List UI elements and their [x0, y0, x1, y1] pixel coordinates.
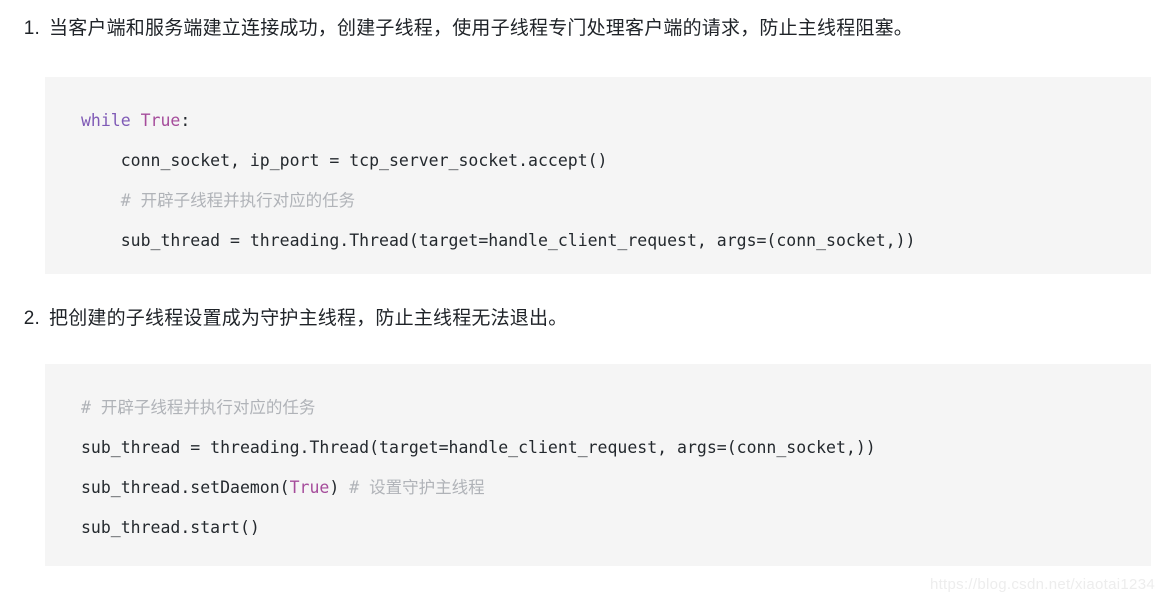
code-token-comment: # 开辟子线程并执行对应的任务	[81, 398, 316, 417]
document-page: 1. 当客户端和服务端建立连接成功，创建子线程，使用子线程专门处理客户端的请求，…	[0, 0, 1169, 597]
code-token-plain: sub_thread.start()	[81, 518, 260, 537]
code-line: sub_thread.setDaemon(True) # 设置守护主线程	[45, 468, 1151, 508]
code-line: # 开辟子线程并执行对应的任务	[45, 388, 1151, 428]
code-line: sub_thread = threading.Thread(target=han…	[45, 428, 1151, 468]
code-line: sub_thread = threading.Thread(target=han…	[45, 221, 1151, 261]
code-token-plain: sub_thread = threading.Thread(target=han…	[81, 438, 876, 457]
code-token-plain: conn_socket, ip_port = tcp_server_socket…	[81, 151, 608, 170]
code-block: # 开辟子线程并执行对应的任务 sub_thread = threading.Th…	[45, 364, 1151, 566]
code-token-plain: )	[329, 478, 350, 497]
list-item-marker: 2.	[23, 308, 40, 329]
list-item-marker: 1.	[23, 18, 40, 39]
code-block: while True: conn_socket, ip_port = tcp_s…	[45, 77, 1151, 274]
code-token-comment: # 设置守护主线程	[349, 478, 485, 497]
code-token-plain: :	[180, 111, 191, 130]
code-token-constant: True	[289, 478, 330, 497]
code-token-plain: sub_thread.setDaemon(	[81, 478, 290, 497]
code-token-constant: True	[140, 111, 181, 130]
code-token-keyword: while	[81, 111, 131, 130]
code-line: # 开辟子线程并执行对应的任务	[45, 181, 1151, 221]
list-item-text: 把创建的子线程设置成为守护主线程，防止主线程无法退出。	[49, 308, 568, 329]
list-item-text: 当客户端和服务端建立连接成功，创建子线程，使用子线程专门处理客户端的请求，防止主…	[49, 18, 914, 39]
code-line: conn_socket, ip_port = tcp_server_socket…	[45, 141, 1151, 181]
code-line: sub_thread.start()	[45, 508, 1151, 548]
watermark: https://blog.csdn.net/xiaotai1234	[929, 576, 1155, 593]
code-token-comment: # 开辟子线程并执行对应的任务	[120, 191, 356, 210]
code-token-plain: sub_thread = threading.Thread(target=han…	[81, 231, 916, 250]
code-line: while True:	[45, 101, 1151, 141]
list-item: 2. 把创建的子线程设置成为守护主线程，防止主线程无法退出。	[12, 303, 567, 330]
list-item: 1. 当客户端和服务端建立连接成功，创建子线程，使用子线程专门处理客户端的请求，…	[12, 13, 913, 40]
